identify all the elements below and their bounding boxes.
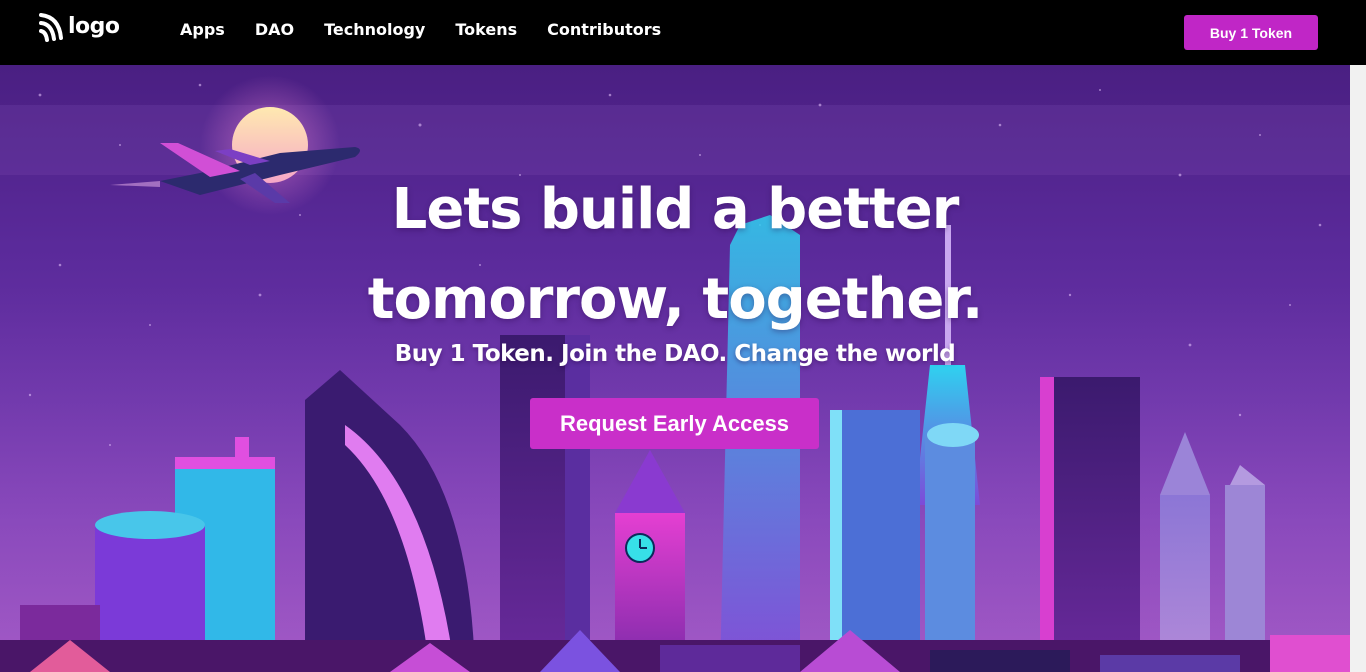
nav-link-technology[interactable]: Technology — [324, 20, 425, 39]
nav-link-contributors[interactable]: Contributors — [547, 20, 661, 39]
vertical-scrollbar[interactable] — [1350, 65, 1366, 672]
hero-title: Lets build a better tomorrow, together. — [300, 165, 1050, 345]
request-early-access-button[interactable]: Request Early Access — [530, 398, 819, 449]
nav-link-tokens[interactable]: Tokens — [455, 20, 517, 39]
hero-subtitle: Buy 1 Token. Join the DAO. Change the wo… — [394, 341, 956, 367]
main-nav: Apps DAO Technology Tokens Contributors — [180, 20, 661, 39]
logo[interactable]: logo — [38, 12, 120, 46]
wifi-signal-icon — [39, 13, 63, 42]
hero-section: Lets build a better tomorrow, together. … — [0, 65, 1350, 672]
hero-title-line-1: Lets build a better — [391, 177, 960, 242]
hero-title-line-2: tomorrow, together. — [367, 267, 984, 332]
nav-link-dao[interactable]: DAO — [255, 20, 294, 39]
logo-text: logo — [68, 13, 120, 39]
buy-token-button[interactable]: Buy 1 Token — [1184, 15, 1318, 50]
top-navbar: logo Apps DAO Technology Tokens Contribu… — [0, 0, 1366, 65]
hero-content: Lets build a better tomorrow, together. … — [0, 65, 1350, 672]
nav-link-apps[interactable]: Apps — [180, 20, 225, 39]
